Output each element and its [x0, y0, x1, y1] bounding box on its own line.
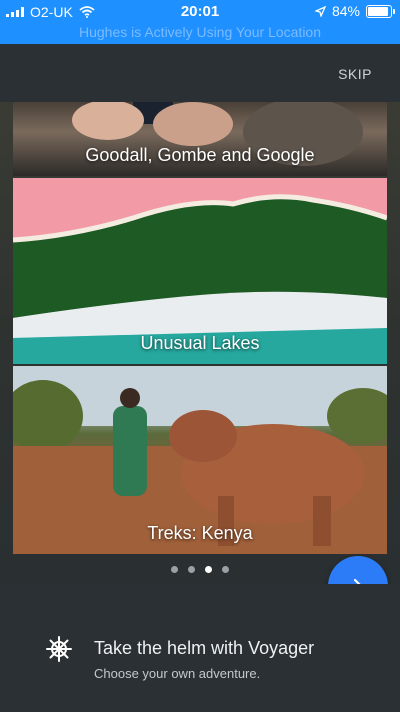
- page-dot[interactable]: [171, 566, 178, 573]
- onboarding-footer: Take the helm with Voyager Choose your o…: [0, 584, 400, 712]
- card-title: Treks: Kenya: [147, 523, 253, 543]
- page-dot[interactable]: [188, 566, 195, 573]
- status-bar: O2-UK 20:01 84% Hughes is Actively Using…: [0, 0, 400, 44]
- location-arrow-icon: [314, 5, 326, 17]
- skip-button[interactable]: SKIP: [338, 66, 372, 82]
- ship-wheel-icon: [46, 636, 72, 662]
- top-bar: SKIP: [0, 44, 400, 102]
- battery-icon: [366, 4, 395, 18]
- card-unusual-lakes[interactable]: Unusual Lakes: [13, 178, 387, 364]
- page-dot[interactable]: [222, 566, 229, 573]
- status-right: 84%: [314, 3, 395, 19]
- story-carousel[interactable]: Goodall, Gombe and Google Unusual Lakes …: [0, 102, 400, 584]
- footer-title: Take the helm with Voyager: [94, 638, 315, 658]
- card-title: Goodall, Gombe and Google: [85, 145, 315, 165]
- card-title: Unusual Lakes: [140, 333, 260, 353]
- card-treks-kenya[interactable]: Treks: Kenya: [13, 366, 387, 554]
- battery-level: [368, 6, 389, 16]
- footer-subtitle: Choose your own adventure.: [94, 666, 261, 681]
- location-banner[interactable]: Hughes is Actively Using Your Location: [0, 24, 400, 40]
- battery-percent: 84%: [331, 3, 360, 19]
- card-goodall-gombe-google[interactable]: Goodall, Gombe and Google: [13, 102, 387, 176]
- page-dot[interactable]: [205, 566, 212, 573]
